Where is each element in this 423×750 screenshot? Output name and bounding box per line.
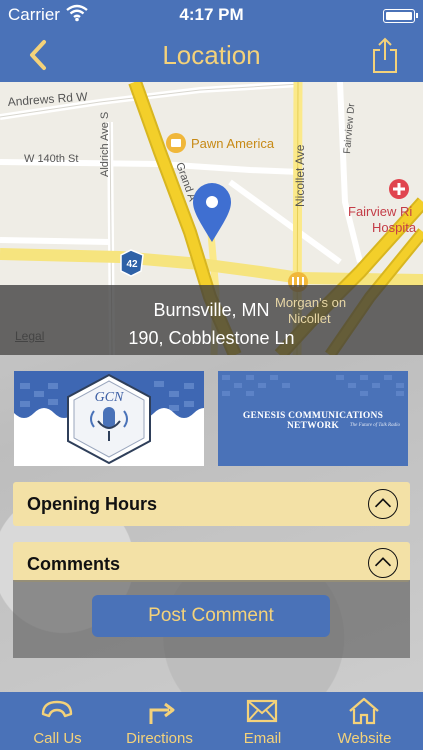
map-label-fairview-2: Hospita	[372, 220, 417, 235]
battery-icon	[383, 9, 418, 23]
address-street: 190, Cobblestone Ln	[128, 328, 295, 348]
tab-directions[interactable]: Directions	[107, 692, 212, 750]
map-label-nicollet: Nicollet Ave	[293, 144, 307, 207]
comments-label: Comments	[27, 554, 121, 574]
tab-website[interactable]: Website	[312, 692, 417, 750]
map-label-fairview-dr: Fairview Dr	[342, 102, 357, 154]
banner-network-title: GENESIS COMMUNICATIONS NETWORK	[242, 411, 384, 431]
opening-hours-section[interactable]: Opening Hours	[13, 482, 410, 526]
navigation-bar: Location	[0, 30, 423, 82]
banner-network-tagline: The Future of Talk Radio	[349, 423, 400, 428]
tab-bar: Call Us Directions Email Website	[0, 692, 423, 750]
comments-section[interactable]: Comments	[13, 542, 410, 582]
app-screen: Carrier 4:17 PM Location 42 Andrews Rd W…	[0, 0, 423, 750]
tab-call-us[interactable]: Call Us	[5, 692, 110, 750]
status-bar: Carrier 4:17 PM	[0, 0, 423, 30]
turn-arrow-icon	[149, 702, 175, 724]
envelope-icon	[246, 699, 278, 723]
map-label-pawn: Pawn America	[191, 136, 275, 151]
phone-icon	[41, 700, 73, 718]
share-icon[interactable]	[371, 36, 399, 74]
map-pin-icon[interactable]	[193, 183, 231, 242]
chevron-up-icon[interactable]	[368, 548, 398, 578]
tab-email[interactable]: Email	[210, 692, 315, 750]
opening-hours-label: Opening Hours	[27, 494, 157, 514]
chevron-up-icon[interactable]	[368, 489, 398, 519]
map-label-aldrich: Aldrich Ave S	[99, 112, 111, 177]
post-comment-button[interactable]: Post Comment	[92, 595, 330, 637]
page-title: Location	[162, 40, 261, 70]
home-icon	[349, 697, 379, 725]
sponsor-banner-left[interactable]: GCN	[14, 371, 204, 466]
shopping-bag-icon	[171, 139, 181, 147]
address-city: Burnsville, MN	[153, 300, 270, 320]
map-legal-link[interactable]: Legal	[15, 329, 44, 343]
sponsor-banner-right[interactable]: GENESIS COMMUNICATIONS NETWORK The Futur…	[218, 371, 408, 466]
map-label-w140: W 140th St	[24, 153, 78, 165]
tab-label: Email	[243, 730, 282, 747]
microphone-icon	[103, 407, 115, 429]
tab-label: Directions	[126, 730, 193, 747]
tab-label: Website	[337, 730, 392, 747]
map-label-fairview-1: Fairview Ri	[348, 204, 412, 219]
route-number: 42	[126, 259, 138, 270]
tab-label: Call Us	[33, 730, 82, 747]
gcn-logo-text: GCN	[95, 390, 124, 405]
status-time: 4:17 PM	[179, 5, 244, 24]
